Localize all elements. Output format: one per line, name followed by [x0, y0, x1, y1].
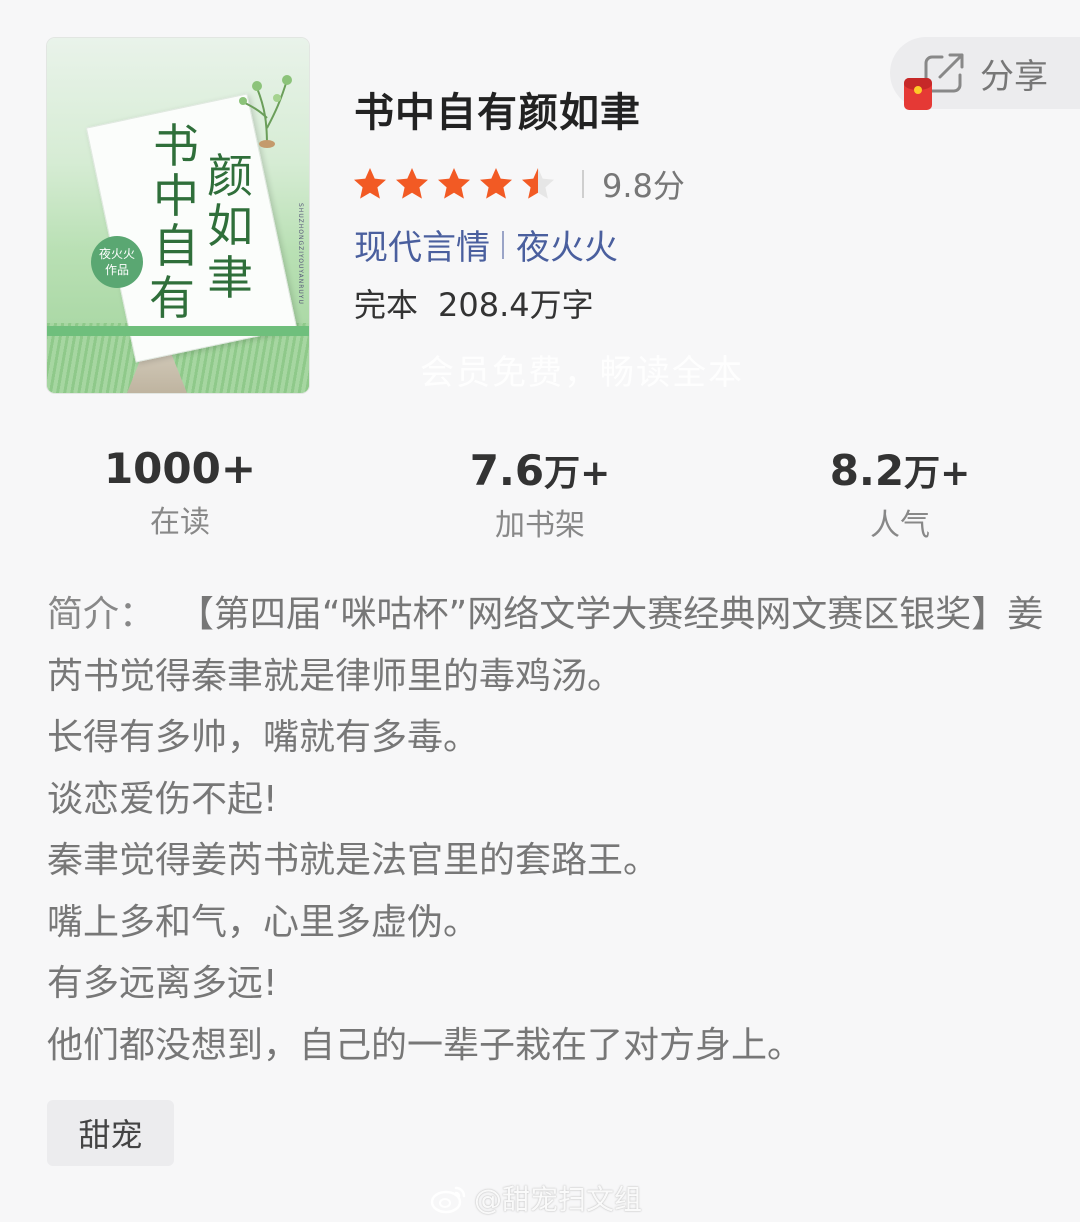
- intro-line: 简介： 【第四届“咪咕杯”网络文学大赛经典网文赛区银奖】姜芮书觉得秦聿就是律师里…: [47, 594, 1044, 697]
- star-icon: [438, 168, 470, 199]
- cover-title-art: 书 中 自 有 颜 如 聿: [149, 123, 307, 353]
- stat-bookshelf: 7.6万+ 加书架: [410, 444, 670, 544]
- rating-stars: [352, 166, 556, 202]
- book-detail-page: 书 中 自 有 颜 如 聿 夜火火 作品 SHUZHONGZIYOUYANRUY…: [0, 0, 1080, 1222]
- meta-divider: [502, 230, 504, 259]
- cover-char: 书: [153, 119, 199, 173]
- cover-char: 颜: [207, 149, 253, 203]
- cover-char: 中: [153, 169, 199, 223]
- genre-link[interactable]: 现代言情: [354, 220, 490, 269]
- rating-row: 9.8分: [352, 164, 685, 205]
- share-label: 分享: [980, 56, 1048, 97]
- stat-reading: 1000+ 在读: [50, 444, 310, 541]
- intro-line: 谈恋爱伤不起!: [47, 778, 278, 820]
- intro-line: 长得有多帅，嘴就有多毒。: [47, 717, 480, 758]
- intro-line: 嘴上多和气，心里多虚伪。: [47, 901, 480, 943]
- stat-value: 7.6万+: [469, 446, 611, 495]
- book-status: 完本: [354, 286, 419, 324]
- overlay-text: 会员免费，畅读全本: [420, 353, 744, 393]
- cover-char: 有: [149, 271, 195, 325]
- star-icon: [522, 168, 554, 199]
- star-icon: [480, 168, 512, 199]
- book-intro: 简介： 【第四届“咪咕杯”网络文学大赛经典网文赛区银奖】姜芮书觉得秦聿就是律师里…: [47, 584, 1047, 1076]
- seal-author: 夜火火: [98, 247, 135, 261]
- weibo-watermark: @甜宠扫文组: [430, 1178, 642, 1218]
- stat-value: 8.2万+: [829, 446, 971, 495]
- seal-works: 作品: [104, 263, 129, 277]
- intro-line: 有多远离多远!: [47, 963, 278, 1004]
- stat-label: 加书架: [495, 508, 585, 543]
- cover-pinyin: SHUZHONGZIYOUYANRUYU: [297, 203, 304, 305]
- cover-char: 如: [207, 199, 253, 253]
- cover-author-seal: 夜火火 作品: [91, 236, 143, 288]
- meta-row: 现代言情 夜火火: [354, 220, 618, 269]
- cover-char: 聿: [207, 251, 253, 305]
- book-cover[interactable]: 书 中 自 有 颜 如 聿 夜火火 作品 SHUZHONGZIYOUYANRUY…: [47, 38, 309, 393]
- author-link[interactable]: 夜火火: [516, 220, 618, 269]
- stat-popularity: 8.2万+ 人气: [770, 444, 1030, 544]
- star-icon: [396, 168, 428, 199]
- status-row: 完本 208.4万字: [354, 280, 594, 326]
- stat-label: 在读: [150, 505, 210, 540]
- rating-score: 9.8分: [602, 167, 685, 205]
- word-count: 208.4万字: [438, 286, 594, 324]
- rating-divider: [582, 170, 584, 198]
- weibo-handle: @甜宠扫文组: [474, 1183, 643, 1216]
- stat-label: 人气: [870, 508, 930, 543]
- tag-chip[interactable]: 甜宠: [47, 1100, 174, 1166]
- stat-value: 1000+: [103, 444, 257, 493]
- intro-label: 简介：: [47, 594, 156, 635]
- cover-char: 自: [153, 219, 199, 273]
- intro-line: 秦聿觉得姜芮书就是法官里的套路王。: [47, 840, 660, 881]
- star-icon: [354, 168, 386, 199]
- book-title: 书中自有颜如聿: [354, 90, 641, 136]
- weibo-icon: [430, 1186, 466, 1214]
- red-packet-icon[interactable]: [904, 78, 932, 110]
- intro-line: 他们都没想到，自己的一辈子栽在了对方身上。: [47, 1024, 804, 1066]
